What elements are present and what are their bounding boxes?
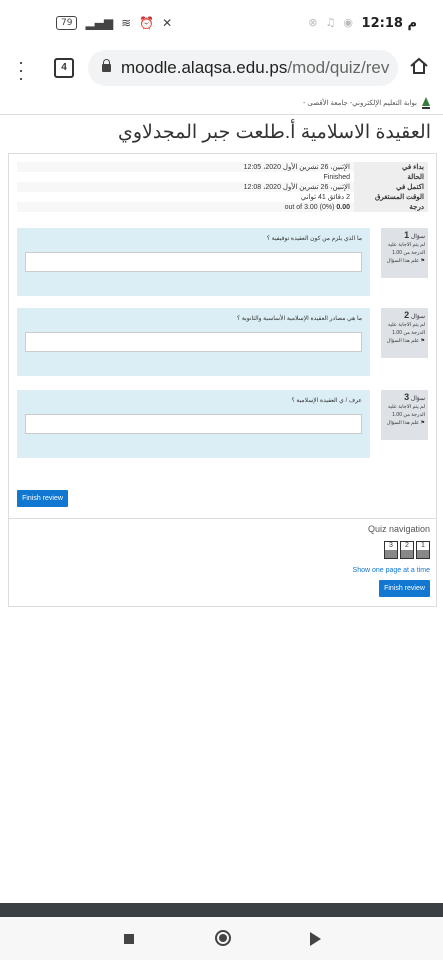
- breadcrumb: بوابة التعليم الإلكتروني- جامعة الأقصى -: [303, 97, 431, 109]
- question-text: عرف / ي العقيدة الإسلامية ؟: [291, 398, 362, 404]
- wifi-icon: ≋: [121, 16, 132, 30]
- bell-icon: ♫: [325, 16, 336, 29]
- finish-review-button[interactable]: Finish review: [17, 490, 68, 507]
- close-icon: ⊗: [308, 16, 318, 29]
- back-icon[interactable]: [310, 932, 321, 946]
- quiz-nav-title: Quiz navigation: [367, 524, 430, 534]
- answer-field[interactable]: [25, 414, 362, 434]
- answer-field[interactable]: [25, 252, 362, 272]
- page-footer-bar: [0, 903, 443, 917]
- answer-field[interactable]: [25, 332, 362, 352]
- logo-icon: [422, 97, 430, 109]
- address-bar[interactable]: moodle.alaqsa.edu.ps/mod/quiz/rev: [88, 50, 398, 86]
- question-text: ما هي مصادر العقيدة الإسلامية الأساسية و…: [236, 316, 362, 322]
- signal-icon: ▂▄▆: [85, 16, 114, 30]
- table-row: الحالة Finished: [17, 172, 428, 182]
- attempt-summary-table: بداء في الإثنين، 26 تشرين الأول 2020، 12:…: [17, 162, 428, 212]
- status-icons: 79 ▂▄▆ ≋ ⏰ ✕: [56, 16, 172, 30]
- flag-icon: ⚑: [420, 338, 425, 344]
- quiz-nav-button-3[interactable]: 3: [384, 541, 398, 559]
- menu-icon[interactable]: · · ·: [18, 53, 24, 87]
- tab-switcher-button[interactable]: 4: [54, 58, 74, 78]
- quiz-nav-button-1[interactable]: 1: [416, 541, 430, 559]
- table-row: درجة 0.00 out of 3.00 (0%): [17, 202, 428, 212]
- app-icon: ◉: [343, 16, 353, 29]
- finish-review-nav-button[interactable]: Finish review: [379, 580, 430, 597]
- flag-icon: ⚑: [420, 258, 425, 264]
- notification-icons: ⊗ ♫ ◉: [308, 16, 353, 29]
- url-text: moodle.alaqsa.edu.ps/mod/quiz/rev: [121, 58, 390, 77]
- divider: [9, 518, 436, 519]
- status-bar: 79 ▂▄▆ ≋ ⏰ ✕ ⊗ ♫ ◉ 12:18 م: [0, 0, 443, 48]
- recents-icon[interactable]: [124, 934, 134, 944]
- flag-icon: ⚑: [420, 420, 425, 426]
- question-info: سؤال 1 لم يتم الاجابة عليه الدرجة من 1.0…: [381, 228, 428, 278]
- android-nav-bar: [0, 917, 443, 960]
- table-row: بداء في الإثنين، 26 تشرين الأول 2020، 12:…: [17, 162, 428, 172]
- quiz-review-region: بداء في الإثنين، 26 تشرين الأول 2020، 12:…: [8, 153, 437, 607]
- home-button-icon[interactable]: [215, 930, 231, 946]
- flag-question-link[interactable]: ⚑ علم هذا السؤال: [384, 337, 425, 345]
- battery-icon: 79: [56, 16, 78, 30]
- question-content: ما الذي يلزم من كون العقيدة توقيفية ؟: [17, 228, 370, 296]
- clock: 12:18 م: [361, 16, 417, 31]
- question-content: ما هي مصادر العقيدة الإسلامية الأساسية و…: [17, 308, 370, 376]
- quiz-nav-buttons: 1 2 3: [384, 541, 430, 559]
- show-one-page-link[interactable]: Show one page at a time: [353, 567, 430, 574]
- breadcrumb-link[interactable]: بوابة التعليم الإلكتروني- جامعة الأقصى -: [303, 99, 417, 107]
- table-row: اكتمل في الإثنين، 26 تشرين الأول 2020، 12…: [17, 182, 428, 192]
- flag-question-link[interactable]: ⚑ علم هذا السؤال: [384, 419, 425, 427]
- flag-question-link[interactable]: ⚑ علم هذا السؤال: [384, 257, 425, 265]
- question-content: عرف / ي العقيدة الإسلامية ؟: [17, 390, 370, 458]
- page-title: العقيدة الاسلامية أ.طلعت جبر المجدلاوي: [117, 122, 431, 143]
- question-text: ما الذي يلزم من كون العقيدة توقيفية ؟: [266, 236, 362, 242]
- quiz-nav-button-2[interactable]: 2: [400, 541, 414, 559]
- table-row: الوقت المستغرق 2 دقائق 41 ثواني: [17, 192, 428, 202]
- home-icon[interactable]: [409, 56, 429, 76]
- question-info: سؤال 2 لم يتم الاجابة عليه الدرجة من 1.0…: [381, 308, 428, 358]
- mute-icon: ✕: [162, 16, 173, 30]
- divider: [0, 114, 443, 115]
- alarm-icon: ⏰: [139, 16, 155, 30]
- question-info: سؤال 3 لم يتم الاجابة عليه الدرجة من 1.0…: [381, 390, 428, 440]
- browser-toolbar: · · · 4 moodle.alaqsa.edu.ps/mod/quiz/rev: [0, 48, 443, 90]
- lock-icon: [102, 59, 111, 72]
